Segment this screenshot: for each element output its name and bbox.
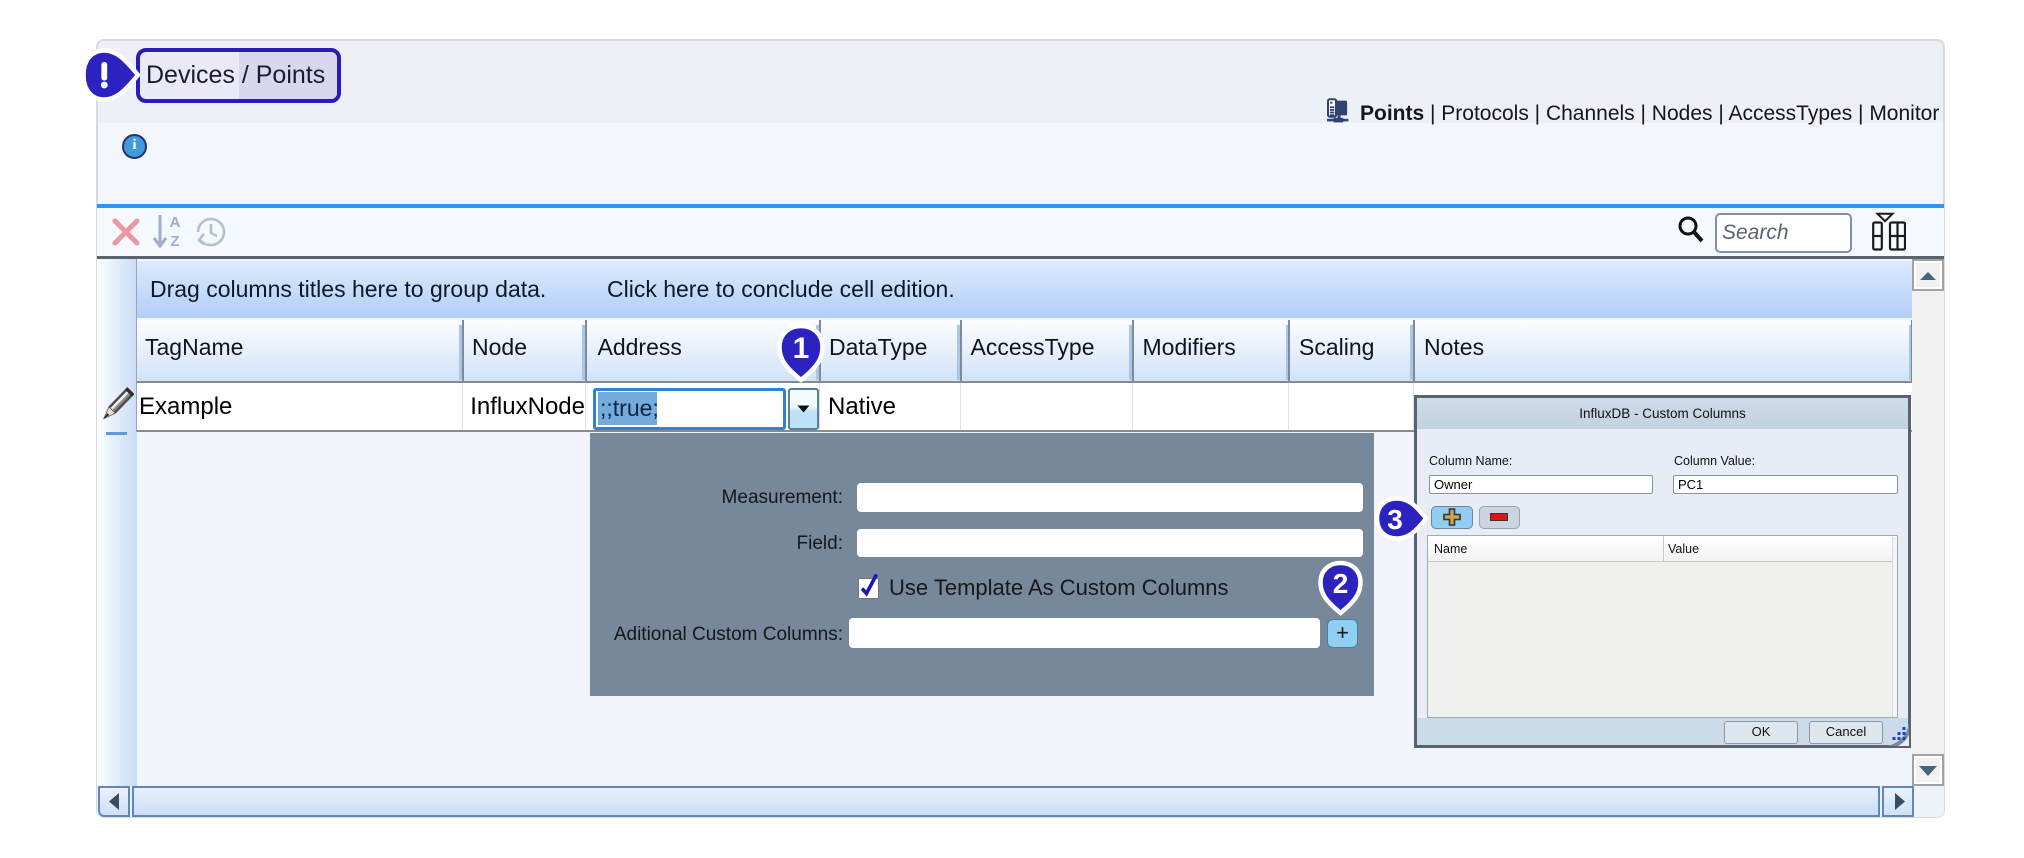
svg-text:3: 3	[1387, 504, 1403, 535]
svg-text:A: A	[170, 214, 181, 231]
svg-text:2: 2	[1333, 568, 1349, 599]
svg-text:1: 1	[793, 332, 810, 365]
svg-text:Z: Z	[170, 233, 179, 250]
